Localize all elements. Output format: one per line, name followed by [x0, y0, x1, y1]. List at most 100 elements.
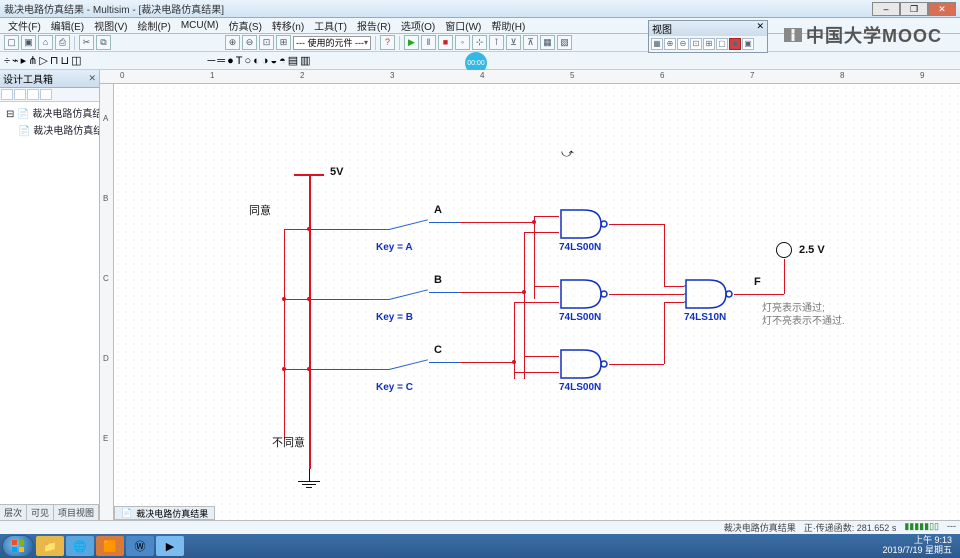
maximize-button[interactable]: ❐: [900, 2, 928, 16]
menu-simulate[interactable]: 仿真(S): [225, 18, 266, 33]
menu-reports[interactable]: 报告(R): [353, 18, 395, 33]
open-button[interactable]: ▣: [21, 35, 36, 50]
print-button[interactable]: ⎙: [55, 35, 70, 50]
design-tree[interactable]: ⊟ 📄 裁决电路仿真结果 📄 裁决电路仿真结果: [0, 102, 99, 504]
help-button[interactable]: ?: [380, 35, 395, 50]
view-tool-7[interactable]: ■: [729, 38, 741, 50]
tool-f[interactable]: ▧: [557, 35, 572, 50]
zoom-in-button[interactable]: ⊕: [225, 35, 240, 50]
minimize-button[interactable]: –: [872, 2, 900, 16]
task-app1[interactable]: 🟧: [96, 536, 124, 556]
comp-basic[interactable]: ⌁: [12, 54, 19, 67]
cut-button[interactable]: ✂: [79, 35, 94, 50]
place-bus[interactable]: ═: [217, 55, 225, 67]
task-multisim[interactable]: ▶: [156, 536, 184, 556]
menu-options[interactable]: 选项(O): [397, 18, 439, 33]
menu-edit[interactable]: 编辑(E): [47, 18, 88, 33]
place-a[interactable]: ○: [244, 55, 251, 67]
wire: [284, 299, 369, 300]
zoom-fit-button[interactable]: ⊡: [259, 35, 274, 50]
switch-a[interactable]: [389, 219, 428, 230]
panel-close[interactable]: ✕: [88, 73, 96, 84]
comp-cmos[interactable]: ⊔: [60, 54, 69, 67]
comp-transistor[interactable]: ⋔: [28, 54, 37, 67]
view-tool-8[interactable]: ▣: [742, 38, 754, 50]
nand-gate-3[interactable]: [559, 348, 609, 380]
tree-root[interactable]: ⊟ 📄 裁决电路仿真结果: [2, 104, 97, 121]
close-button[interactable]: ✕: [928, 2, 956, 16]
junction: [307, 227, 311, 231]
view-tool-2[interactable]: ⊕: [664, 38, 676, 50]
task-explorer[interactable]: 📁: [36, 536, 64, 556]
tab-visible[interactable]: 可见: [27, 505, 54, 520]
nand-gate-1[interactable]: [559, 208, 609, 240]
tree-tool-2[interactable]: [14, 89, 26, 100]
comp-diode[interactable]: ▸: [21, 54, 27, 67]
wire: [664, 224, 665, 286]
tab-project[interactable]: 项目视图: [54, 505, 99, 520]
place-f[interactable]: ▤: [288, 54, 298, 67]
wire: [284, 229, 285, 439]
view-tool-6[interactable]: ▢: [716, 38, 728, 50]
stop-button[interactable]: ■: [438, 35, 453, 50]
probe-indicator[interactable]: [776, 242, 792, 258]
place-junction[interactable]: ●: [227, 55, 234, 67]
run-button[interactable]: ▶: [404, 35, 419, 50]
tree-child[interactable]: 📄 裁决电路仿真结果: [2, 121, 97, 138]
tree-tool-1[interactable]: [1, 89, 13, 100]
task-app2[interactable]: Ⓦ: [126, 536, 154, 556]
zoom-area-button[interactable]: ⊞: [276, 35, 291, 50]
start-button[interactable]: [2, 535, 34, 557]
place-c[interactable]: ◑: [262, 55, 269, 67]
nand3-gate[interactable]: [684, 278, 734, 310]
schematic-canvas[interactable]: 5V 同意 不同意: [114, 84, 960, 520]
view-tool-1[interactable]: ▦: [651, 38, 663, 50]
tool-d[interactable]: ⊼: [523, 35, 538, 50]
nand-gate-2[interactable]: [559, 278, 609, 310]
new-button[interactable]: ▢: [4, 35, 19, 50]
taskbar-clock[interactable]: 上午 9:13 2019/7/19 星期五: [882, 536, 958, 556]
place-b[interactable]: ◐: [253, 55, 260, 67]
tree-tool-3[interactable]: [27, 89, 39, 100]
copy-button[interactable]: ⧉: [96, 35, 111, 50]
tree-tool-4[interactable]: [40, 89, 52, 100]
menu-help[interactable]: 帮助(H): [487, 18, 529, 33]
switch-c[interactable]: [389, 359, 428, 370]
place-text[interactable]: T: [236, 55, 243, 67]
menu-transfer[interactable]: 转移(n): [268, 18, 308, 33]
place-g[interactable]: ▥: [300, 54, 310, 67]
menu-place[interactable]: 绘制(P): [133, 18, 174, 33]
zoom-out-button[interactable]: ⊖: [242, 35, 257, 50]
task-browser[interactable]: 🌐: [66, 536, 94, 556]
switch-b[interactable]: [389, 289, 428, 300]
menu-tools[interactable]: 工具(T): [310, 18, 351, 33]
comp-analog[interactable]: ▷: [39, 54, 47, 67]
view-tool-4[interactable]: ⊡: [690, 38, 702, 50]
menu-window[interactable]: 窗口(W): [441, 18, 485, 33]
wire: [514, 302, 515, 379]
tool-e[interactable]: ▦: [540, 35, 555, 50]
view-floating-panel[interactable]: 视图✕ ▦ ⊕ ⊖ ⊡ ⊞ ▢ ■ ▣: [648, 20, 768, 53]
pause-button[interactable]: ‖: [421, 35, 436, 50]
comp-source[interactable]: ÷: [4, 55, 10, 67]
tool-c[interactable]: ⊻: [506, 35, 521, 50]
place-wire[interactable]: ─: [207, 55, 215, 67]
step-button[interactable]: ◦: [455, 35, 470, 50]
place-d[interactable]: ◒: [270, 55, 277, 67]
comp-misc[interactable]: ◫: [71, 54, 81, 67]
sheet-tab[interactable]: 📄 裁决电路仿真结果: [114, 506, 215, 520]
view-tool-3[interactable]: ⊖: [677, 38, 689, 50]
save-button[interactable]: ⌂: [38, 35, 53, 50]
menu-view[interactable]: 视图(V): [90, 18, 131, 33]
component-combo[interactable]: --- 使用的元件 ---: [293, 36, 371, 50]
panel-title: 设计工具箱: [3, 71, 53, 86]
tab-hierarchy[interactable]: 层次: [0, 505, 27, 520]
place-e[interactable]: ◓: [279, 55, 286, 67]
menu-mcu[interactable]: MCU(M): [177, 20, 223, 31]
comp-ttl[interactable]: ⊓: [50, 54, 59, 67]
tool-b[interactable]: ⊺: [489, 35, 504, 50]
float-panel-close[interactable]: ✕: [756, 21, 764, 36]
view-tool-5[interactable]: ⊞: [703, 38, 715, 50]
menu-file[interactable]: 文件(F): [4, 18, 45, 33]
tool-a[interactable]: ⊹: [472, 35, 487, 50]
